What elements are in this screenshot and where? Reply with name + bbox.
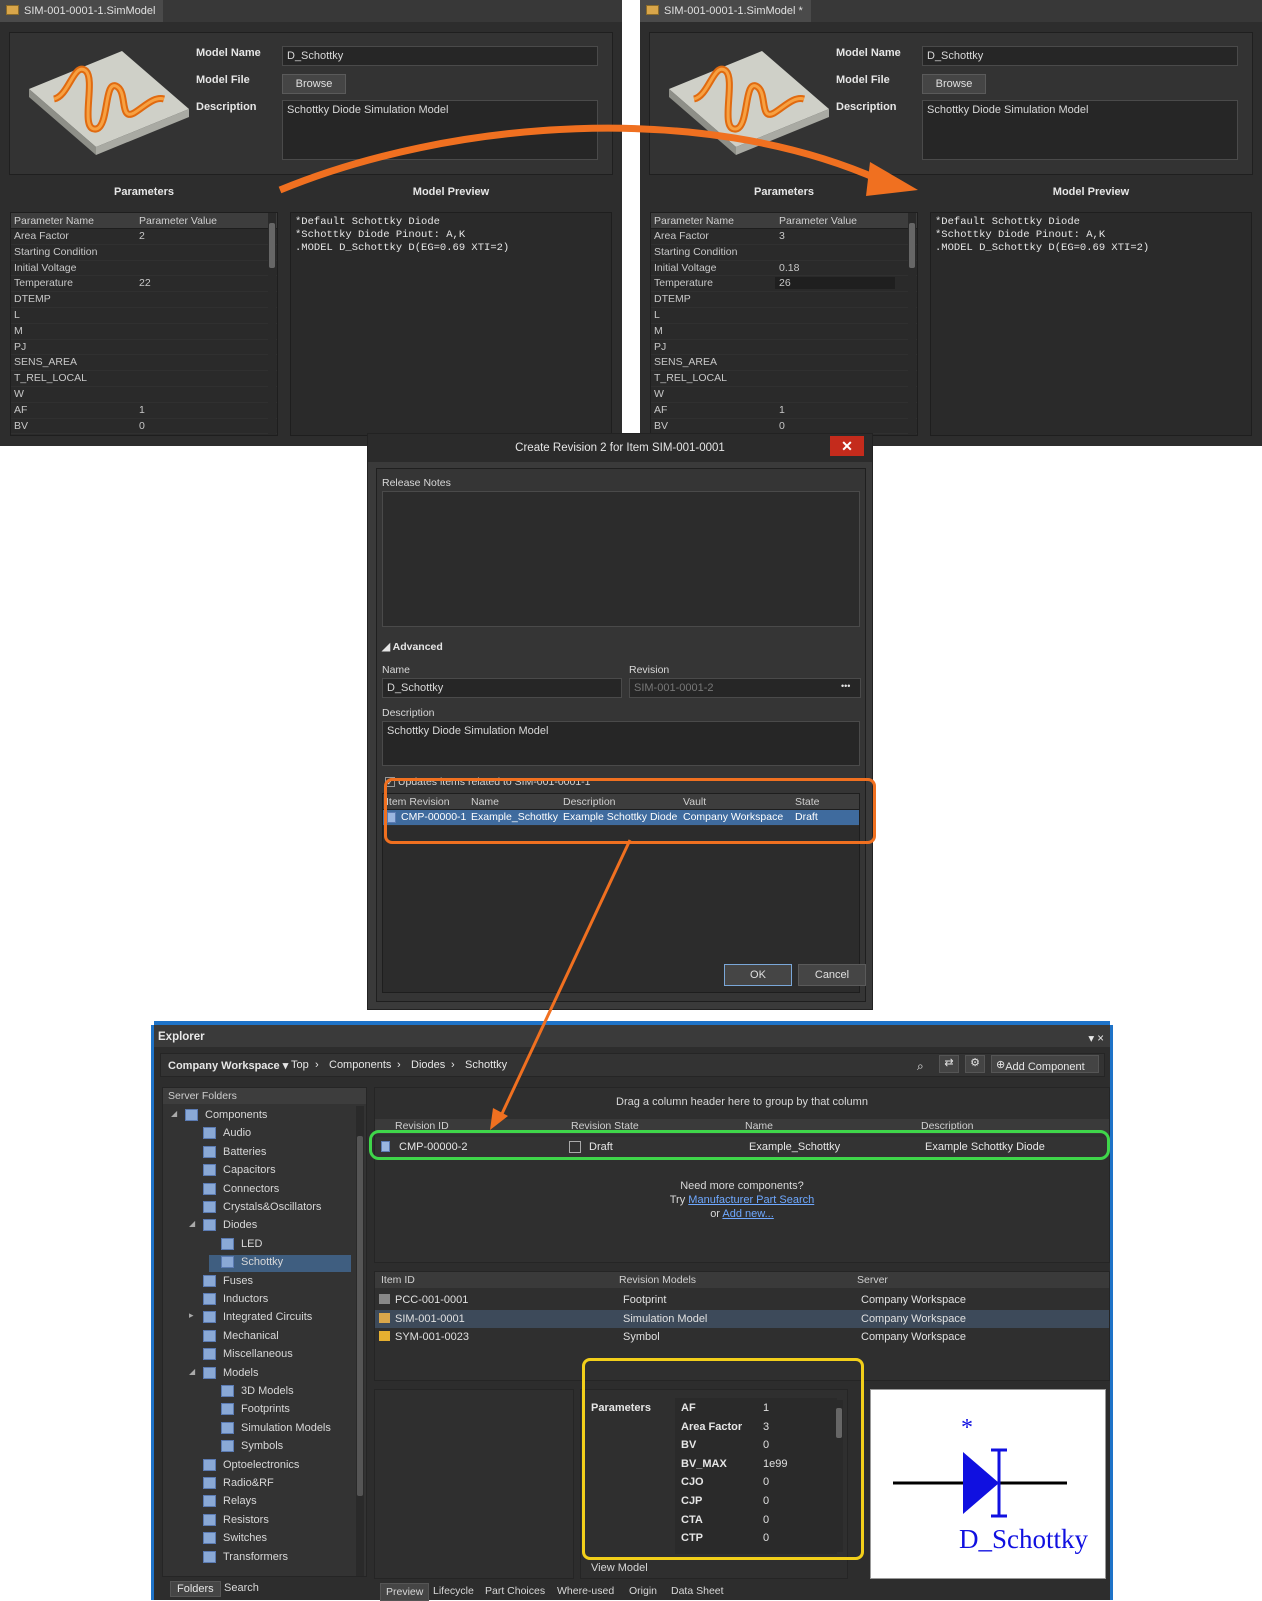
arrows-overlay [278, 124, 918, 1130]
curved-arrow-head-icon [866, 162, 918, 196]
diagonal-arrow-icon [498, 839, 632, 1119]
curved-arrow-icon [278, 124, 882, 194]
diagonal-arrow-head-icon [490, 1108, 508, 1130]
